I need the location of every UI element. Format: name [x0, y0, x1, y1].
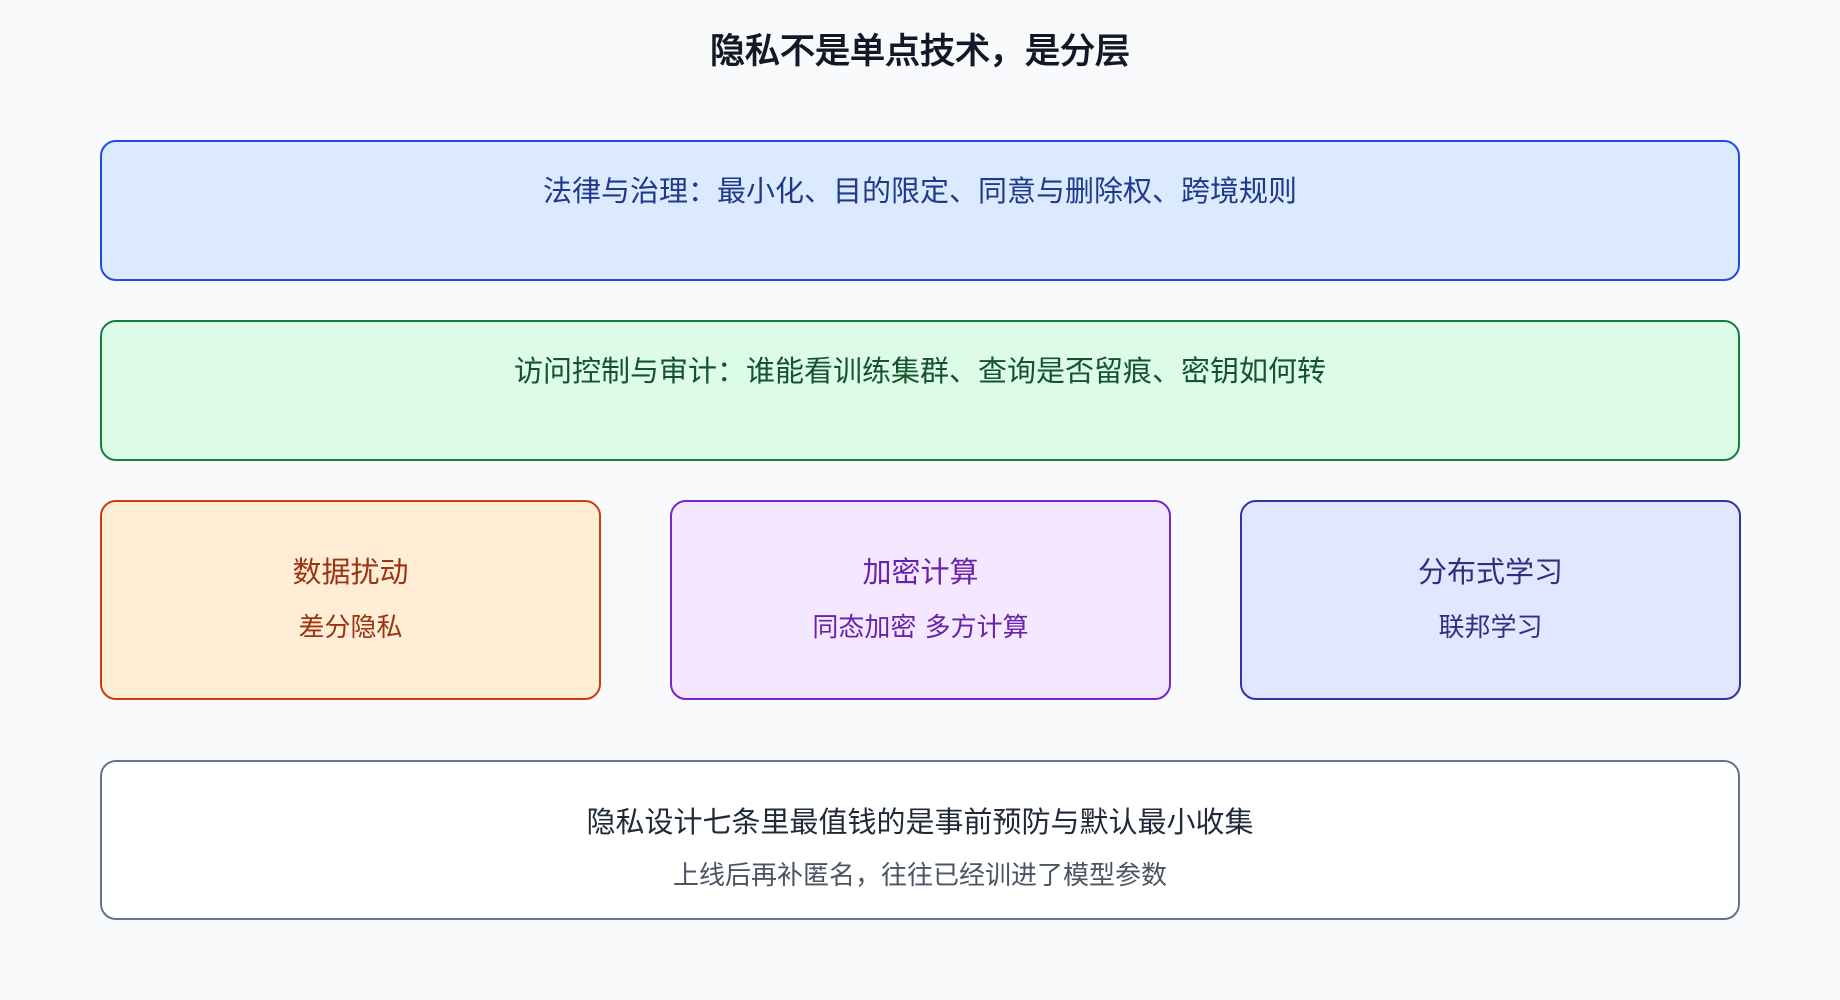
- layer-access-control-audit: 访问控制与审计：谁能看训练集群、查询是否留痕、密钥如何转: [100, 320, 1740, 461]
- technique-data-perturbation: 数据扰动 差分隐私: [100, 500, 601, 700]
- diagram-title: 隐私不是单点技术，是分层: [709, 32, 1130, 72]
- layer-access-control-audit-text: 访问控制与审计：谁能看训练集群、查询是否留痕、密钥如何转: [513, 354, 1326, 388]
- technique-distributed-learning-heading: 分布式学习: [1417, 555, 1563, 589]
- technique-encrypted-computation-heading: 加密计算: [862, 555, 979, 589]
- technique-distributed-learning: 分布式学习 联邦学习: [1240, 500, 1741, 700]
- summary-note: 隐私设计七条里最值钱的是事前预防与默认最小收集 上线后再补匿名，往往已经训进了模…: [100, 760, 1740, 920]
- layer-legal-governance: 法律与治理：最小化、目的限定、同意与删除权、跨境规则: [100, 140, 1740, 281]
- technique-encrypted-computation: 加密计算 同态加密 多方计算: [670, 500, 1171, 700]
- summary-note-main: 隐私设计七条里最值钱的是事前预防与默认最小收集: [586, 805, 1254, 839]
- layer-legal-governance-text: 法律与治理：最小化、目的限定、同意与删除权、跨境规则: [542, 174, 1297, 208]
- technique-data-perturbation-heading: 数据扰动: [292, 555, 409, 589]
- summary-note-sub: 上线后再补匿名，往往已经训进了模型参数: [672, 861, 1167, 891]
- technique-distributed-learning-sub: 联邦学习: [1438, 613, 1543, 643]
- technique-data-perturbation-sub: 差分隐私: [298, 613, 403, 643]
- technique-encrypted-computation-sub: 同态加密 多方计算: [812, 613, 1029, 643]
